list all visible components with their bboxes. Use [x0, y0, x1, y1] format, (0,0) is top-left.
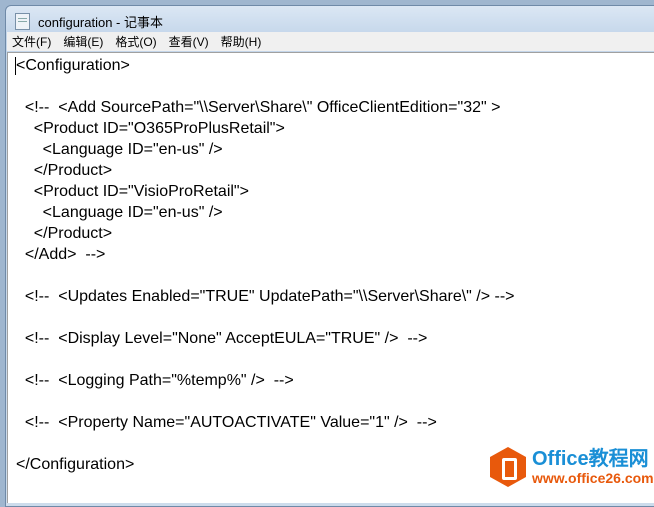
text-editor[interactable]: <Configuration> <!-- <Add SourcePath="\\… — [7, 52, 654, 503]
menu-bar: 文件(F) 编辑(E) 格式(O) 查看(V) 帮助(H) — [7, 32, 654, 51]
watermark-logo: Office教程网 www.office26.com — [490, 447, 654, 487]
menu-help[interactable]: 帮助(H) — [216, 33, 267, 50]
document-text[interactable]: <Configuration> <!-- <Add SourcePath="\\… — [16, 55, 515, 475]
menu-edit[interactable]: 编辑(E) — [58, 33, 108, 50]
watermark-url: www.office26.com — [532, 470, 654, 486]
menu-format[interactable]: 格式(O) — [110, 33, 161, 50]
window-title: configuration - 记事本 — [38, 14, 163, 30]
menu-file[interactable]: 文件(F) — [7, 33, 56, 50]
watermark-name: Office教程网 — [532, 448, 649, 470]
menu-view[interactable]: 查看(V) — [164, 33, 214, 50]
notepad-icon — [15, 12, 30, 30]
office-logo-icon — [490, 447, 526, 487]
